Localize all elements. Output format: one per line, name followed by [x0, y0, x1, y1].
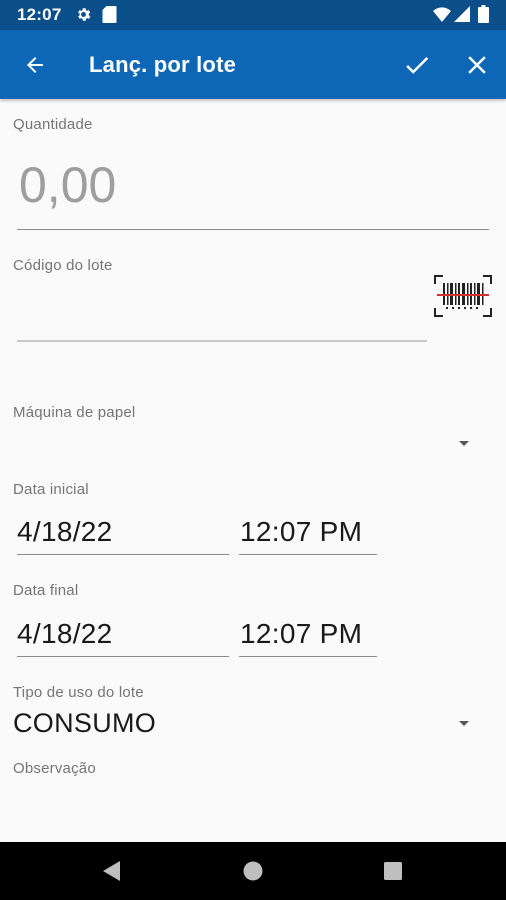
- system-nav-bar: [0, 842, 506, 900]
- confirm-button[interactable]: [393, 41, 441, 89]
- maquina-papel-select[interactable]: [13, 428, 493, 462]
- quantidade-input[interactable]: 0,00: [17, 150, 489, 230]
- data-inicial-date: 4/18/22: [17, 516, 113, 547]
- chevron-down-icon: [459, 441, 469, 446]
- status-bar: 12:07: [0, 0, 506, 30]
- codigo-lote-label: Código do lote: [13, 257, 113, 274]
- app-bar: Lanç. por lote: [0, 30, 506, 99]
- back-triangle-icon: [103, 861, 120, 881]
- barcode-scan-button[interactable]: [434, 274, 492, 318]
- nav-recents-button[interactable]: [372, 850, 414, 892]
- data-inicial-date-field[interactable]: 4/18/22: [17, 510, 229, 554]
- observacao-label: Observação: [13, 760, 96, 777]
- wifi-icon: [433, 6, 451, 28]
- codigo-lote-input[interactable]: [17, 285, 427, 341]
- data-final-date: 4/18/22: [17, 618, 113, 649]
- nav-back-button[interactable]: [91, 850, 133, 892]
- page-title: Lanç. por lote: [89, 52, 237, 77]
- close-icon: [468, 56, 486, 74]
- data-final-date-field[interactable]: 4/18/22: [17, 612, 229, 656]
- barcode-scan-icon: [434, 275, 492, 317]
- sd-card-icon: [102, 6, 117, 28]
- battery-icon: [478, 5, 489, 28]
- recents-square-icon: [384, 862, 402, 880]
- gear-icon: [75, 6, 92, 28]
- data-final-time-underline: [239, 656, 377, 657]
- maquina-papel-label: Máquina de papel: [13, 404, 136, 421]
- back-button[interactable]: [11, 41, 59, 89]
- close-button[interactable]: [453, 41, 501, 89]
- status-time: 12:07: [17, 5, 62, 24]
- data-inicial-date-underline: [17, 554, 229, 555]
- data-inicial-time-field[interactable]: 12:07 PM: [239, 510, 377, 554]
- quantidade-placeholder: 0,00: [19, 157, 117, 213]
- chevron-down-icon: [459, 721, 469, 726]
- observacao-input[interactable]: [13, 782, 493, 838]
- data-inicial-label: Data inicial: [13, 481, 89, 498]
- quantidade-label: Quantidade: [13, 116, 93, 133]
- data-inicial-time-underline: [239, 554, 377, 555]
- data-final-label: Data final: [13, 582, 79, 599]
- home-circle-icon: [243, 861, 263, 881]
- nav-home-button[interactable]: [232, 850, 274, 892]
- arrow-left-icon: [27, 57, 43, 73]
- quantidade-underline: [17, 229, 489, 230]
- codigo-lote-underline: [17, 340, 427, 342]
- data-inicial-time: 12:07 PM: [240, 516, 363, 547]
- data-final-time: 12:07 PM: [240, 618, 363, 649]
- signal-icon: [454, 6, 470, 28]
- data-final-date-underline: [17, 656, 229, 657]
- data-final-time-field[interactable]: 12:07 PM: [239, 612, 377, 656]
- tipo-uso-value: CONSUMO: [13, 708, 157, 738]
- screen: 12:07 Lanç. por lote Quantidade 0,00 Cód…: [0, 0, 506, 900]
- tipo-uso-label: Tipo de uso do lote: [13, 684, 144, 701]
- check-icon: [406, 57, 429, 74]
- tipo-uso-select[interactable]: CONSUMO: [13, 706, 493, 742]
